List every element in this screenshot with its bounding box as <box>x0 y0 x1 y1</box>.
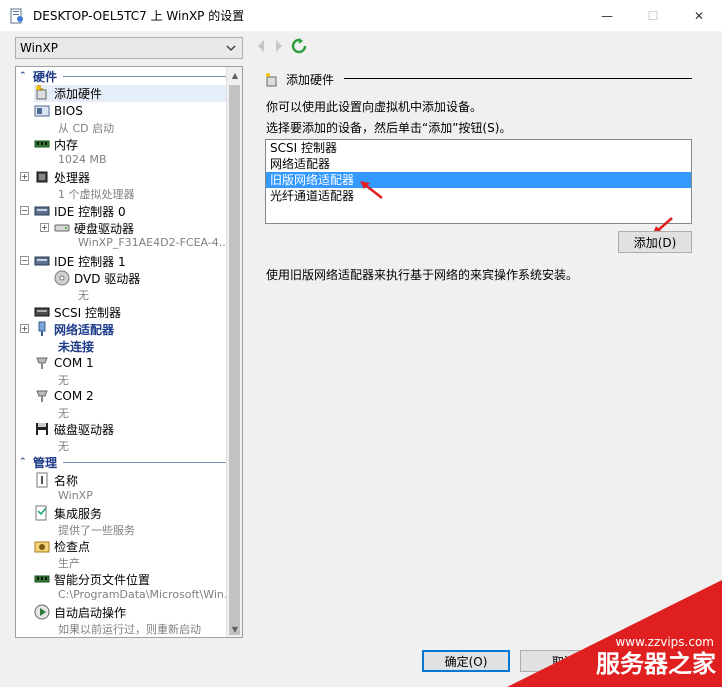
tree-item-dvd-drive[interactable]: DVD 驱动器 <box>54 270 140 286</box>
dvd-drive-icon <box>54 270 70 286</box>
window-title: DESKTOP-OEL5TC7 上 WinXP 的设置 <box>33 9 245 23</box>
expand-icon[interactable]: + <box>20 172 29 181</box>
vm-selector-value: WinXP <box>20 41 58 55</box>
heading-rule <box>344 78 692 79</box>
tree-item-processor-detail: 1 个虚拟处理器 <box>58 188 135 201</box>
com-port-icon <box>36 390 48 402</box>
tree-item-network-adapter[interactable]: + 网络适配器 <box>20 321 114 337</box>
add-hardware-icon <box>266 72 277 86</box>
tree-item-com2-detail: 无 <box>58 407 69 420</box>
scroll-down-icon[interactable]: ▼ <box>227 621 242 637</box>
tree-item-bios[interactable]: BIOS <box>34 103 83 119</box>
paging-file-icon <box>34 575 50 583</box>
tree-item-ide-controller-0[interactable]: − IDE 控制器 0 <box>20 203 126 219</box>
vm-settings-icon <box>10 8 23 23</box>
name-icon <box>36 472 48 488</box>
tree-item-hard-drive-detail: WinXP_F31AE4D2-FCEA-4... <box>78 236 230 249</box>
panel-heading: 添加硬件 <box>264 71 692 88</box>
tree-item-bios-detail: 从 CD 启动 <box>58 122 115 135</box>
tree-item-integration-services-detail: 提供了一些服务 <box>58 524 135 537</box>
navigation-buttons <box>255 38 307 54</box>
hard-drive-icon <box>54 224 70 232</box>
expand-icon[interactable]: + <box>40 223 49 232</box>
ok-button[interactable]: 确定(O) <box>422 650 510 672</box>
network-adapter-icon <box>38 321 46 336</box>
back-arrow-icon[interactable] <box>255 38 267 54</box>
add-button[interactable]: 添加(D) <box>618 231 692 253</box>
tree-item-processor[interactable]: + 处理器 <box>20 169 90 185</box>
watermark: www.zzvips.com 服务器之家 <box>507 580 722 687</box>
device-option-fibre-channel[interactable]: 光纤通道适配器 <box>266 188 691 204</box>
ide-controller-icon <box>34 256 50 266</box>
tree-item-network-adapter-detail: 未连接 <box>58 340 95 354</box>
checkpoint-icon <box>34 541 50 553</box>
tree-item-integration-services[interactable]: 集成服务 <box>34 505 102 521</box>
settings-tree: ⌃ 硬件 添加硬件 BIOS 从 CD 启动 内存 1024 MB + 处理器 … <box>15 66 243 638</box>
floppy-drive-icon <box>36 423 48 435</box>
integration-services-icon <box>35 505 47 521</box>
tree-item-auto-start[interactable]: 自动启动操作 <box>34 604 126 620</box>
device-option-legacy-network[interactable]: 旧版网络适配器 <box>266 172 691 188</box>
close-button[interactable]: ✕ <box>676 0 722 31</box>
panel-description-line2: 选择要添加的设备，然后单击“添加”按钮(S)。 <box>266 121 512 135</box>
tree-item-name[interactable]: 名称 <box>34 472 78 488</box>
red-arrow-annotation <box>360 181 383 199</box>
collapse-icon[interactable]: − <box>20 256 29 265</box>
collapse-icon[interactable]: − <box>20 206 29 215</box>
device-description: 使用旧版网络适配器来执行基于网络的来宾操作系统安装。 <box>266 268 579 282</box>
add-hardware-icon <box>36 85 47 100</box>
processor-icon <box>36 171 48 183</box>
tree-item-auto-start-detail: 如果以前运行过，则重新启动 <box>58 623 201 636</box>
tree-item-memory[interactable]: 内存 <box>34 136 78 152</box>
tree-item-checkpoint-detail: 生产 <box>58 557 80 570</box>
tree-item-scsi-controller[interactable]: SCSI 控制器 <box>34 304 121 320</box>
collapse-icon: ⌃ <box>19 71 27 81</box>
tree-item-checkpoint[interactable]: 检查点 <box>34 538 90 554</box>
management-section-header[interactable]: ⌃ 管理 <box>16 454 227 470</box>
scsi-controller-icon <box>34 307 50 317</box>
expand-icon[interactable]: + <box>20 324 29 333</box>
watermark-brand: 服务器之家 <box>596 650 716 678</box>
maximize-button[interactable]: ☐ <box>630 0 676 31</box>
memory-icon <box>34 140 50 148</box>
tree-item-dvd-drive-detail: 无 <box>78 289 89 302</box>
scroll-up-icon[interactable]: ▲ <box>227 67 242 83</box>
device-listbox[interactable]: SCSI 控制器 网络适配器 旧版网络适配器 光纤通道适配器 <box>265 139 692 224</box>
collapse-icon: ⌃ <box>19 457 27 467</box>
device-option-scsi[interactable]: SCSI 控制器 <box>266 140 691 156</box>
bios-icon <box>34 105 50 117</box>
tree-item-com2[interactable]: COM 2 <box>34 388 94 404</box>
scrollbar-thumb[interactable] <box>229 85 240 635</box>
chevron-down-icon <box>226 45 236 51</box>
tree-item-com1-detail: 无 <box>58 374 69 387</box>
hardware-section-header[interactable]: ⌃ 硬件 <box>16 68 227 84</box>
com-port-icon <box>36 357 48 369</box>
vm-selector[interactable]: WinXP <box>15 37 243 59</box>
tree-item-floppy-drive[interactable]: 磁盘驱动器 <box>34 421 114 437</box>
tree-item-floppy-drive-detail: 无 <box>58 440 69 453</box>
tree-item-com1[interactable]: COM 1 <box>34 355 94 371</box>
tree-item-smart-paging-detail: C:\ProgramData\Microsoft\Win... <box>58 588 235 601</box>
auto-start-icon <box>34 604 50 620</box>
refresh-icon[interactable] <box>291 38 307 54</box>
device-option-network[interactable]: 网络适配器 <box>266 156 691 172</box>
tree-item-memory-detail: 1024 MB <box>58 153 107 166</box>
forward-arrow-icon[interactable] <box>273 38 285 54</box>
tree-scrollbar[interactable]: ▲ ▼ <box>226 67 242 637</box>
minimize-button[interactable]: — <box>584 0 630 31</box>
tree-item-ide-controller-1[interactable]: − IDE 控制器 1 <box>20 253 126 269</box>
panel-title: 添加硬件 <box>286 73 335 87</box>
title-bar: DESKTOP-OEL5TC7 上 WinXP 的设置 — ☐ ✕ <box>0 0 722 31</box>
tree-item-name-detail: WinXP <box>58 489 93 502</box>
panel-description-line1: 你可以使用此设置向虚拟机中添加设备。 <box>266 100 483 114</box>
tree-item-add-hardware[interactable]: 添加硬件 <box>34 85 102 101</box>
tree-item-hard-drive[interactable]: + 硬盘驱动器 <box>40 220 134 236</box>
tree-item-smart-paging[interactable]: 智能分页文件位置 <box>34 571 150 587</box>
ide-controller-icon <box>34 206 50 216</box>
